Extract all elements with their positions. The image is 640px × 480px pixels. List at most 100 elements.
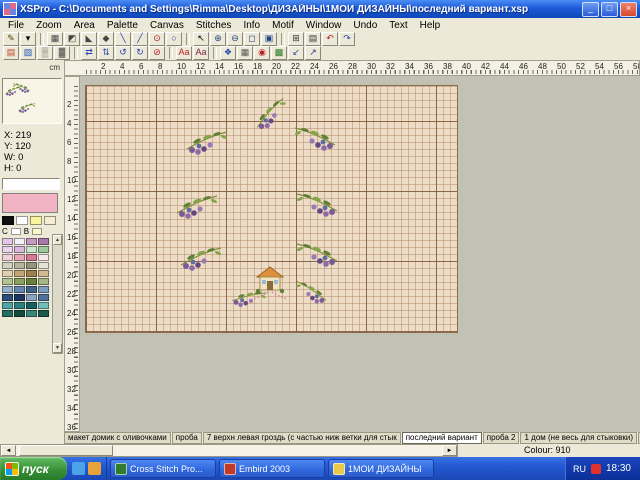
taskbar-item-2[interactable]: 1МОИ ДИЗАЙНЫ <box>328 459 434 478</box>
start-button[interactable]: пуск <box>0 457 67 480</box>
flip-horizontal-icon[interactable]: ⇄ <box>81 46 97 60</box>
scroll-track[interactable] <box>16 445 442 456</box>
menu-undo[interactable]: Undo <box>347 19 383 32</box>
flip-vertical-icon[interactable]: ⇅ <box>98 46 114 60</box>
palette-chip[interactable] <box>38 246 49 253</box>
quick-launch-icon-1[interactable] <box>72 462 85 475</box>
zoom-in-icon[interactable]: ⊕ <box>210 32 226 46</box>
palette-chip[interactable] <box>16 216 28 225</box>
select-tool-icon[interactable]: ↖ <box>193 32 209 46</box>
three-quarter-stitch-icon[interactable]: ◆ <box>98 32 114 46</box>
straight-stitch-icon[interactable]: ╱ <box>132 32 148 46</box>
taskbar-item-0[interactable]: Cross Stitch Pro... <box>110 459 216 478</box>
palette-chip[interactable] <box>2 270 13 277</box>
menu-stitches[interactable]: Stitches <box>190 19 238 32</box>
text-tool-red-icon[interactable]: Aa <box>176 46 192 60</box>
menu-canvas[interactable]: Canvas <box>144 19 190 32</box>
pattern-tab-4[interactable]: проба 2 <box>483 432 520 444</box>
delete-stitch-icon[interactable]: ⊘ <box>149 46 165 60</box>
palette-chip[interactable] <box>14 238 25 245</box>
palette-chip[interactable] <box>2 286 13 293</box>
palette-chip[interactable] <box>14 270 25 277</box>
palette-chip[interactable] <box>30 216 42 225</box>
pattern-tab-1[interactable]: проба <box>172 432 202 444</box>
palette-chip[interactable] <box>26 262 37 269</box>
export-motif-icon[interactable]: ↗ <box>305 46 321 60</box>
palette-chip[interactable] <box>14 286 25 293</box>
knot-tool-icon[interactable]: ◉ <box>254 46 270 60</box>
palette-chip[interactable] <box>14 246 25 253</box>
minimize-button[interactable]: _ <box>582 2 599 17</box>
palette-chip[interactable] <box>2 294 13 301</box>
palette-chip[interactable] <box>2 278 13 285</box>
palette-scroll-up-icon[interactable]: ▲ <box>53 235 62 245</box>
zoom-fit-icon[interactable]: ▣ <box>261 32 277 46</box>
quarter-stitch-icon[interactable]: ◣ <box>81 32 97 46</box>
undo-arrow-icon[interactable]: ↶ <box>322 32 338 46</box>
palette-scrollbar[interactable]: ▲ ▼ <box>52 234 63 354</box>
selected-color-swatch[interactable] <box>2 193 58 213</box>
motif-library-icon[interactable]: ❖ <box>220 46 236 60</box>
thread-palette-icon[interactable]: ▤ <box>3 46 19 60</box>
pencil-tool-icon[interactable]: ✎ <box>3 32 19 46</box>
palette-chip[interactable] <box>26 238 37 245</box>
menu-motif[interactable]: Motif <box>266 19 300 32</box>
taskbar-item-1[interactable]: Embird 2003 <box>219 459 325 478</box>
menu-text[interactable]: Text <box>383 19 413 32</box>
palette-chip[interactable] <box>26 246 37 253</box>
palette-chip[interactable] <box>26 254 37 261</box>
maximize-button[interactable]: □ <box>601 2 618 17</box>
palette-chip[interactable] <box>38 286 49 293</box>
fabric-color-icon[interactable]: ▧ <box>20 46 36 60</box>
palette-chip[interactable] <box>38 254 49 261</box>
menu-help[interactable]: Help <box>414 19 447 32</box>
palette-chip[interactable] <box>26 302 37 309</box>
menu-area[interactable]: Area <box>68 19 101 32</box>
horizontal-scrollbar[interactable]: ◄ ► <box>0 444 458 457</box>
palette-chip[interactable] <box>14 294 25 301</box>
menu-window[interactable]: Window <box>300 19 348 32</box>
close-button[interactable]: × <box>620 2 637 17</box>
palette-chip[interactable] <box>26 286 37 293</box>
stitch-grid-canvas[interactable] <box>85 85 458 333</box>
palette-chip[interactable] <box>26 294 37 301</box>
palette-chip[interactable] <box>26 270 37 277</box>
bead-tool-icon[interactable]: ○ <box>166 32 182 46</box>
palette-chip[interactable] <box>26 278 37 285</box>
palette-chip[interactable] <box>2 238 13 245</box>
menu-zoom[interactable]: Zoom <box>30 19 68 32</box>
pattern-tab-0[interactable]: макет домик с оливочками <box>64 432 171 444</box>
tool-dropdown-icon[interactable]: ▾ <box>20 32 36 46</box>
palette-chip[interactable] <box>44 216 56 225</box>
menu-file[interactable]: File <box>2 19 30 32</box>
palette-chip[interactable] <box>38 270 49 277</box>
palette-chip[interactable] <box>14 254 25 261</box>
import-motif-icon[interactable]: ↙ <box>288 46 304 60</box>
palette-chip[interactable] <box>14 302 25 309</box>
rotate-right-icon[interactable]: ↻ <box>132 46 148 60</box>
tray-icon[interactable] <box>591 464 601 474</box>
palette-chip[interactable] <box>2 262 13 269</box>
pattern-tab-2[interactable]: 7 верхн левая гроздь (с частью ниж ветки… <box>203 432 401 444</box>
palette-chip[interactable] <box>38 294 49 301</box>
pattern-tab-5[interactable]: 1 дом (не весь для стыковки) <box>520 432 637 444</box>
menu-palette[interactable]: Palette <box>101 19 144 32</box>
pattern-tab-3[interactable]: последний вариант <box>402 432 482 444</box>
half-stitch-icon[interactable]: ◩ <box>64 32 80 46</box>
zoom-out-icon[interactable]: ⊖ <box>227 32 243 46</box>
palette-chip[interactable] <box>32 228 42 235</box>
palette-chip[interactable] <box>38 238 49 245</box>
palette-chip[interactable] <box>38 310 49 317</box>
pan-tool-icon[interactable]: ⊞ <box>288 32 304 46</box>
zoom-area-icon[interactable]: ◻ <box>244 32 260 46</box>
palette-chip[interactable] <box>38 302 49 309</box>
solid-view-icon[interactable]: ▓ <box>54 46 70 60</box>
print-icon[interactable]: ▤ <box>305 32 321 46</box>
palette-chip[interactable] <box>26 310 37 317</box>
color-picker-icon[interactable]: ▩ <box>271 46 287 60</box>
palette-chip[interactable] <box>11 228 21 235</box>
text-tool-maroon-icon[interactable]: Aa <box>193 46 209 60</box>
palette-chip[interactable] <box>2 254 13 261</box>
palette-chip[interactable] <box>2 246 13 253</box>
palette-chip[interactable] <box>14 262 25 269</box>
